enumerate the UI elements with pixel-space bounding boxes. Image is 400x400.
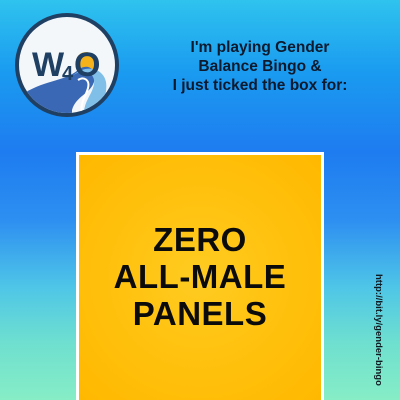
bingo-square-card: ZERO ALL-MALE PANELS [76,152,324,400]
bingo-line-2: ALL-MALE [113,258,287,295]
w4o-logo-icon: W 4 O [12,10,122,120]
w4o-logo-graphic: W 4 O [15,13,119,117]
headline-line-3: I just ticked the box for: [172,77,348,94]
headline-line-1: I'm playing Gender [190,39,330,56]
bingo-square-text: ZERO ALL-MALE PANELS [79,221,321,332]
headline-line-2: Balance Bingo & [198,58,322,75]
headline-text: I'm playing Gender Balance Bingo & I jus… [140,38,380,95]
bingo-line-3: PANELS [132,295,268,332]
logo-letter-w: W [32,46,65,84]
bingo-line-1: ZERO [153,221,247,258]
logo-letter-o: O [74,46,100,84]
logo-letter-4: 4 [62,63,74,85]
side-url-link[interactable]: http://bit.ly/gender-bingo [370,274,384,394]
